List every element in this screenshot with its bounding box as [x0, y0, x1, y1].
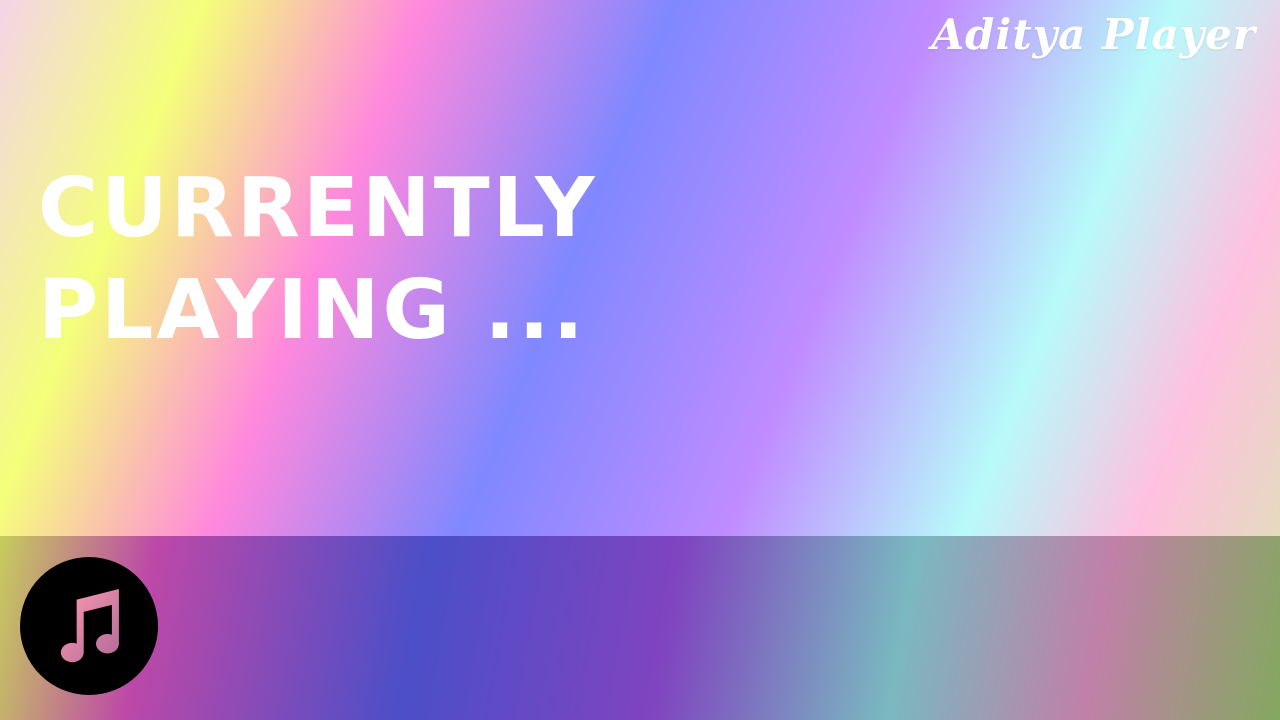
music-note-icon: [60, 589, 119, 663]
app-brand-title: Aditya Player: [931, 10, 1256, 59]
album-art-button[interactable]: [20, 557, 158, 695]
now-playing-heading: CURRENTLY PLAYING ...: [38, 158, 798, 362]
now-playing-line-2: PLAYING ...: [38, 263, 587, 358]
player-bar: [0, 536, 1280, 720]
now-playing-line-1: CURRENTLY: [38, 161, 598, 256]
player-window: Aditya Player CURRENTLY PLAYING ...: [0, 0, 1280, 720]
